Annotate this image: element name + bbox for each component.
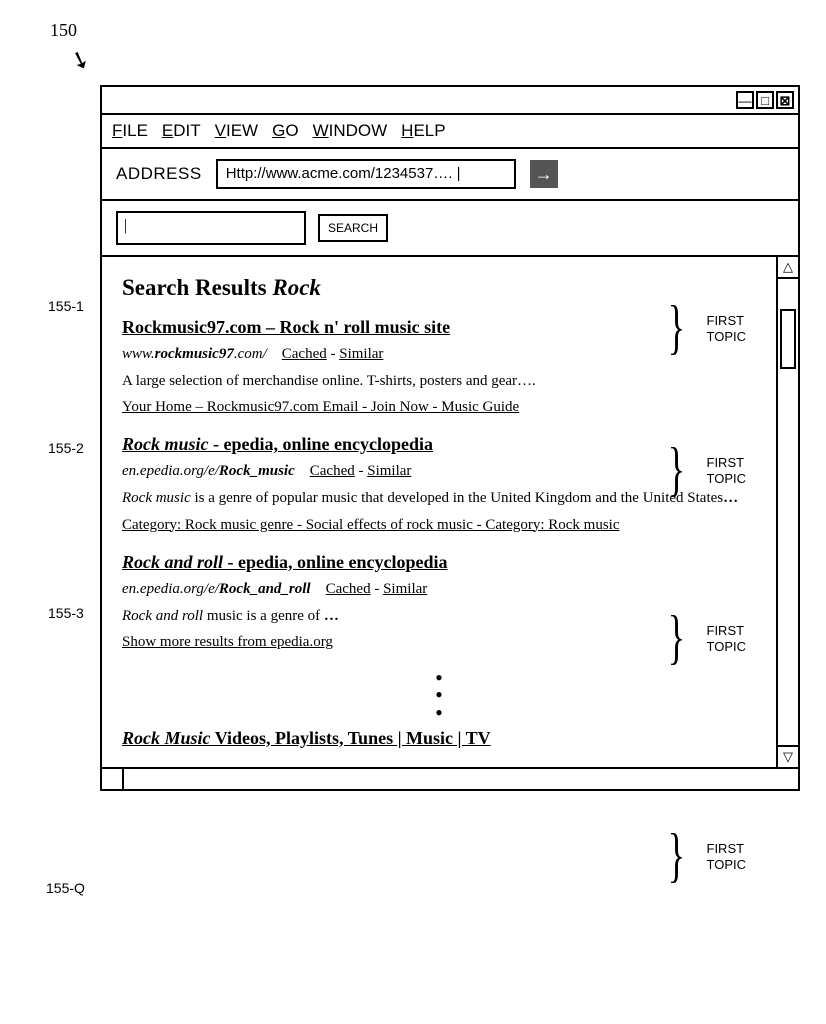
minimize-button[interactable]: — [736,91,754,109]
cached-link[interactable]: Cached [326,581,371,597]
results-pane: Search Results Rock Rockmusic97.com – Ro… [102,257,776,767]
maximize-button[interactable]: □ [756,91,774,109]
similar-link[interactable]: Similar [339,346,383,362]
topic-label: FIRST TOPIC [707,313,747,344]
result-snippet: A large selection of merchandise online.… [122,371,756,391]
figure-number: 150 [50,20,806,41]
result-title-link[interactable]: Rockmusic97.com – Rock n' roll music sit… [122,317,756,338]
annotation-155-3: 155-3 [48,605,84,621]
menu-help[interactable]: HELP [401,121,445,141]
search-result: Rock music - epedia, online encyclopedia… [122,434,756,533]
cached-link[interactable]: Cached [282,346,327,362]
similar-link[interactable]: Similar [367,463,411,479]
close-button[interactable]: ⊠ [776,91,794,109]
result-title-link[interactable]: Rock Music Videos, Playlists, Tunes | Mu… [122,728,756,749]
scroll-track[interactable] [778,279,798,745]
result-snippet: Rock and roll music is a genre of … [122,606,756,626]
result-title-link[interactable]: Rock and roll - epedia, online encyclope… [122,552,756,573]
topic-label: FIRST TOPIC [707,623,747,654]
result-url: en.epedia.org/e/Rock_and_roll Cached - S… [122,581,756,598]
annotation-155-q: 155-Q [46,880,85,896]
brace-icon: } [668,439,685,499]
titlebar: — □ ⊠ [102,87,798,115]
go-button[interactable]: → [530,160,558,188]
cached-link[interactable]: Cached [310,463,355,479]
menu-go[interactable]: GO [272,121,298,141]
topic-label: FIRST TOPIC [707,841,747,872]
search-bar: | SEARCH [102,201,798,257]
annotation-155-1: 155-1 [48,298,84,314]
result-title-link[interactable]: Rock music - epedia, online encyclopedia [122,434,756,455]
menubar: FILE EDIT VIEW GO WINDOW HELP [102,115,798,149]
annotation-155-2: 155-2 [48,440,84,456]
brace-icon: } [668,607,685,667]
similar-link[interactable]: Similar [383,581,427,597]
search-result: Rock Music Videos, Playlists, Tunes | Mu… [122,728,756,749]
menu-window[interactable]: WINDOW [313,121,388,141]
arrow-icon: ➘ [66,43,95,77]
results-heading: Search Results Rock [122,275,756,301]
menu-file[interactable]: FILE [112,121,148,141]
scroll-up-icon[interactable]: △ [778,257,798,279]
result-sublinks[interactable]: Category: Rock music genre - Social effe… [122,517,756,534]
topic-label: FIRST TOPIC [707,455,747,486]
brace-icon: } [668,825,685,885]
search-button[interactable]: SEARCH [318,214,388,242]
address-label: ADDRESS [116,164,202,184]
status-bar [102,767,798,789]
search-input[interactable]: | [116,211,306,245]
scroll-thumb[interactable] [780,309,796,369]
result-snippet: Rock music is a genre of popular music t… [122,488,756,508]
address-bar: ADDRESS Http://www.acme.com/1234537…. | … [102,149,798,201]
address-input[interactable]: Http://www.acme.com/1234537…. | [216,159,516,189]
result-url: en.epedia.org/e/Rock_music Cached - Simi… [122,463,756,480]
result-url: www.rockmusic97.com/ Cached - Similar [122,346,756,363]
brace-icon: } [668,297,685,357]
scroll-down-icon[interactable]: ▽ [778,745,798,767]
result-sublinks[interactable]: Your Home – Rockmusic97.com Email - Join… [122,399,756,416]
show-more-link[interactable]: Show more results from epedia.org [122,634,756,651]
search-result: Rockmusic97.com – Rock n' roll music sit… [122,317,756,416]
search-result: Rock and roll - epedia, online encyclope… [122,552,756,651]
menu-edit[interactable]: EDIT [162,121,201,141]
vertical-ellipsis-icon: ••• [122,669,756,722]
vertical-scrollbar[interactable]: △ ▽ [776,257,798,767]
browser-window: — □ ⊠ FILE EDIT VIEW GO WINDOW HELP ADDR… [100,85,800,791]
menu-view[interactable]: VIEW [215,121,258,141]
